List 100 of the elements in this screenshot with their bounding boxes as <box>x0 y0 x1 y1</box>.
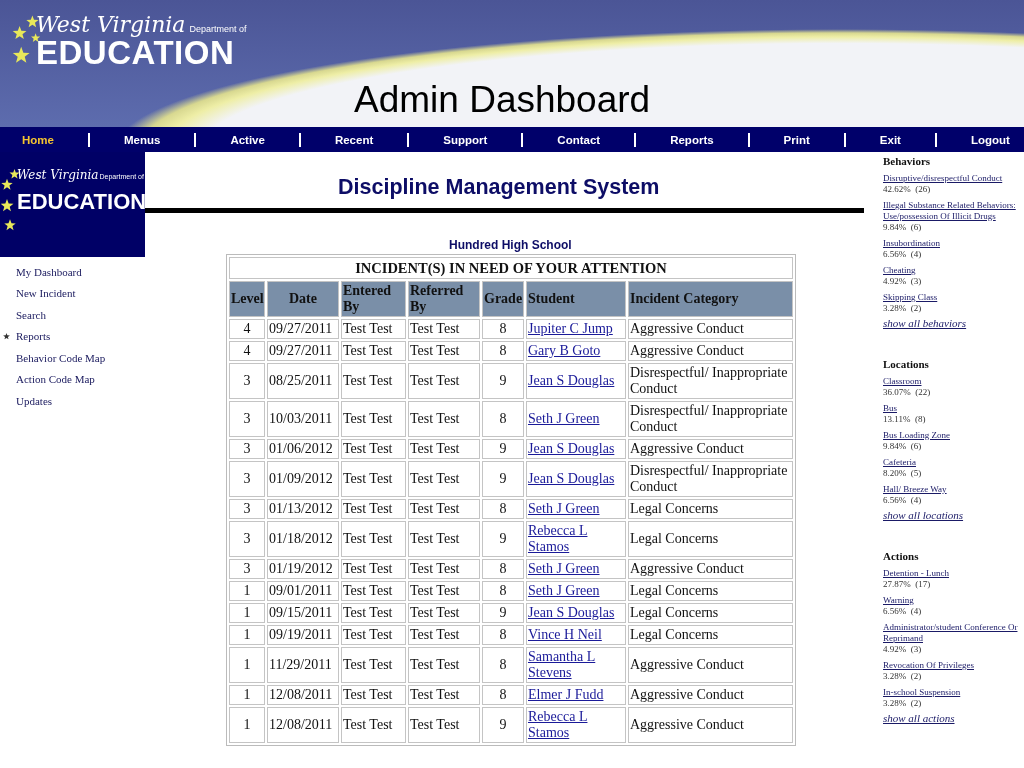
nav-link[interactable]: Active <box>230 133 265 146</box>
show-all-link[interactable]: show all locations <box>883 510 964 521</box>
student-link[interactable]: Rebecca L Stamos <box>528 709 624 741</box>
table-cell: Test Test <box>408 341 480 361</box>
nav-link[interactable]: Home <box>22 133 54 146</box>
stat-value: 4.92% (3) <box>883 276 922 287</box>
section-heading: Actions <box>883 551 919 562</box>
stat-link[interactable]: Bus Loading Zone <box>883 430 950 441</box>
nav-link[interactable]: Logout <box>970 133 1010 146</box>
student-link[interactable]: Vince H Neil <box>528 627 624 643</box>
table-cell: Test Test <box>341 581 406 601</box>
sidebar-link[interactable]: Action Code Map <box>16 373 95 386</box>
table-cell: Test Test <box>408 439 480 459</box>
table-cell: 1 <box>229 707 265 743</box>
sidebar-link[interactable]: Reports <box>16 330 51 343</box>
table-cell: Disrespectful/ Inappropriate Conduct <box>628 401 793 437</box>
student-link[interactable]: Jean S Douglas <box>528 605 624 621</box>
table-cell: 01/13/2012 <box>267 499 339 519</box>
column-header: Incident Category <box>628 281 793 317</box>
table-cell: Test Test <box>341 625 406 645</box>
student-link[interactable]: Seth J Green <box>528 583 624 599</box>
stat-link[interactable]: Revocation Of Privileges <box>883 660 974 671</box>
nav-link[interactable]: Contact <box>557 133 601 146</box>
sidebar-link[interactable]: Search <box>16 308 46 321</box>
table-cell: 09/19/2011 <box>267 625 339 645</box>
sidebar-link[interactable]: My Dashboard <box>16 265 82 278</box>
stat-value: 3.28% (2) <box>883 303 922 314</box>
table-cell: 1 <box>229 685 265 705</box>
table-cell: Aggressive Conduct <box>628 319 793 339</box>
student-link[interactable]: Elmer J Fudd <box>528 687 624 703</box>
nav-link[interactable]: Reports <box>670 133 714 146</box>
stat-link[interactable]: Hall/ Breeze Way <box>883 484 947 495</box>
student-link[interactable]: Gary B Goto <box>528 343 624 359</box>
stat-value: 36.07% (22) <box>883 387 931 398</box>
stat-link[interactable]: Administrator/student Conference Or Reprimand <box>883 622 1018 644</box>
stat-link[interactable]: Illegal Substance Related Behaviors: Use/possession Of Illicit Drugs <box>883 200 1018 222</box>
page-title: Discipline Management System <box>338 174 660 200</box>
stat-link[interactable]: Classroom <box>883 376 922 387</box>
table-cell: Disrespectful/ Inappropriate Conduct <box>628 461 793 497</box>
table-cell: Test Test <box>341 401 406 437</box>
table-cell: Test Test <box>341 499 406 519</box>
nav-link[interactable]: Menus <box>123 133 161 146</box>
table-cell: 3 <box>229 363 265 399</box>
table-cell: 3 <box>229 559 265 579</box>
table-cell: 3 <box>229 401 265 437</box>
stat-link[interactable]: In-school Suspension <box>883 687 961 698</box>
table-cell: 1 <box>229 647 265 683</box>
student-link[interactable]: Jupiter C Jump <box>528 321 624 337</box>
stat-link[interactable]: Warning <box>883 595 914 606</box>
table-cell: Test Test <box>341 559 406 579</box>
table-cell: 9 <box>482 461 524 497</box>
table-cell: 8 <box>482 559 524 579</box>
sidebar-link[interactable]: Updates <box>16 394 53 407</box>
table-cell: Legal Concerns <box>628 581 793 601</box>
table-cell: Test Test <box>341 461 406 497</box>
table-cell: 8 <box>482 685 524 705</box>
expand-icon[interactable] <box>3 332 10 340</box>
student-link[interactable]: Rebecca L Stamos <box>528 523 624 555</box>
stat-link[interactable]: Detention - Lunch <box>883 568 949 579</box>
logo-script-text: West Virginia <box>17 168 99 182</box>
table-cell: Test Test <box>341 439 406 459</box>
table-cell: 08/25/2011 <box>267 363 339 399</box>
table-cell: Test Test <box>341 603 406 623</box>
stat-link[interactable]: Cheating <box>883 265 916 276</box>
stat-link[interactable]: Insubordination <box>883 238 940 249</box>
stat-link[interactable]: Cafeteria <box>883 457 916 468</box>
sidebar-link[interactable]: Behavior Code Map <box>16 351 106 364</box>
table-cell: Test Test <box>408 603 480 623</box>
stat-link[interactable]: Bus <box>883 403 897 414</box>
table-cell: Test Test <box>341 341 406 361</box>
student-link[interactable]: Samantha L Stevens <box>528 649 624 681</box>
column-header: Entered By <box>341 281 406 317</box>
logo-word: EDUCATION <box>17 188 147 216</box>
section-heading: Behaviors <box>883 156 931 167</box>
table-cell: 12/08/2011 <box>267 685 339 705</box>
student-link[interactable]: Seth J Green <box>528 561 624 577</box>
table-cell: Test Test <box>341 707 406 743</box>
show-all-link[interactable]: show all actions <box>883 713 955 724</box>
table-cell: 3 <box>229 439 265 459</box>
table-cell: Disrespectful/ Inappropriate Conduct <box>628 363 793 399</box>
logo-word: EDUCATION <box>36 37 236 69</box>
sidebar-link[interactable]: New Incident <box>16 287 76 300</box>
student-link[interactable]: Seth J Green <box>528 501 624 517</box>
table-cell: Test Test <box>341 319 406 339</box>
nav-link[interactable]: Print <box>783 133 810 146</box>
table-cell: 9 <box>482 363 524 399</box>
nav-link[interactable]: Support <box>443 133 488 146</box>
stat-value: 13.11% (8) <box>883 414 926 425</box>
stat-link[interactable]: Disruptive/disrespectful Conduct <box>883 173 1003 184</box>
nav-link[interactable]: Recent <box>334 133 374 146</box>
show-all-link[interactable]: show all behaviors <box>883 318 967 329</box>
table-cell: Test Test <box>341 521 406 557</box>
nav-link[interactable]: Exit <box>879 133 901 146</box>
table-cell: 9 <box>482 603 524 623</box>
table-cell: 01/19/2012 <box>267 559 339 579</box>
student-link[interactable]: Jean S Douglas <box>528 441 624 457</box>
stat-link[interactable]: Skipping Class <box>883 292 938 303</box>
logo-department-text: Department of <box>189 24 247 34</box>
table-cell: 9 <box>482 707 524 743</box>
table-cell: Test Test <box>408 625 480 645</box>
